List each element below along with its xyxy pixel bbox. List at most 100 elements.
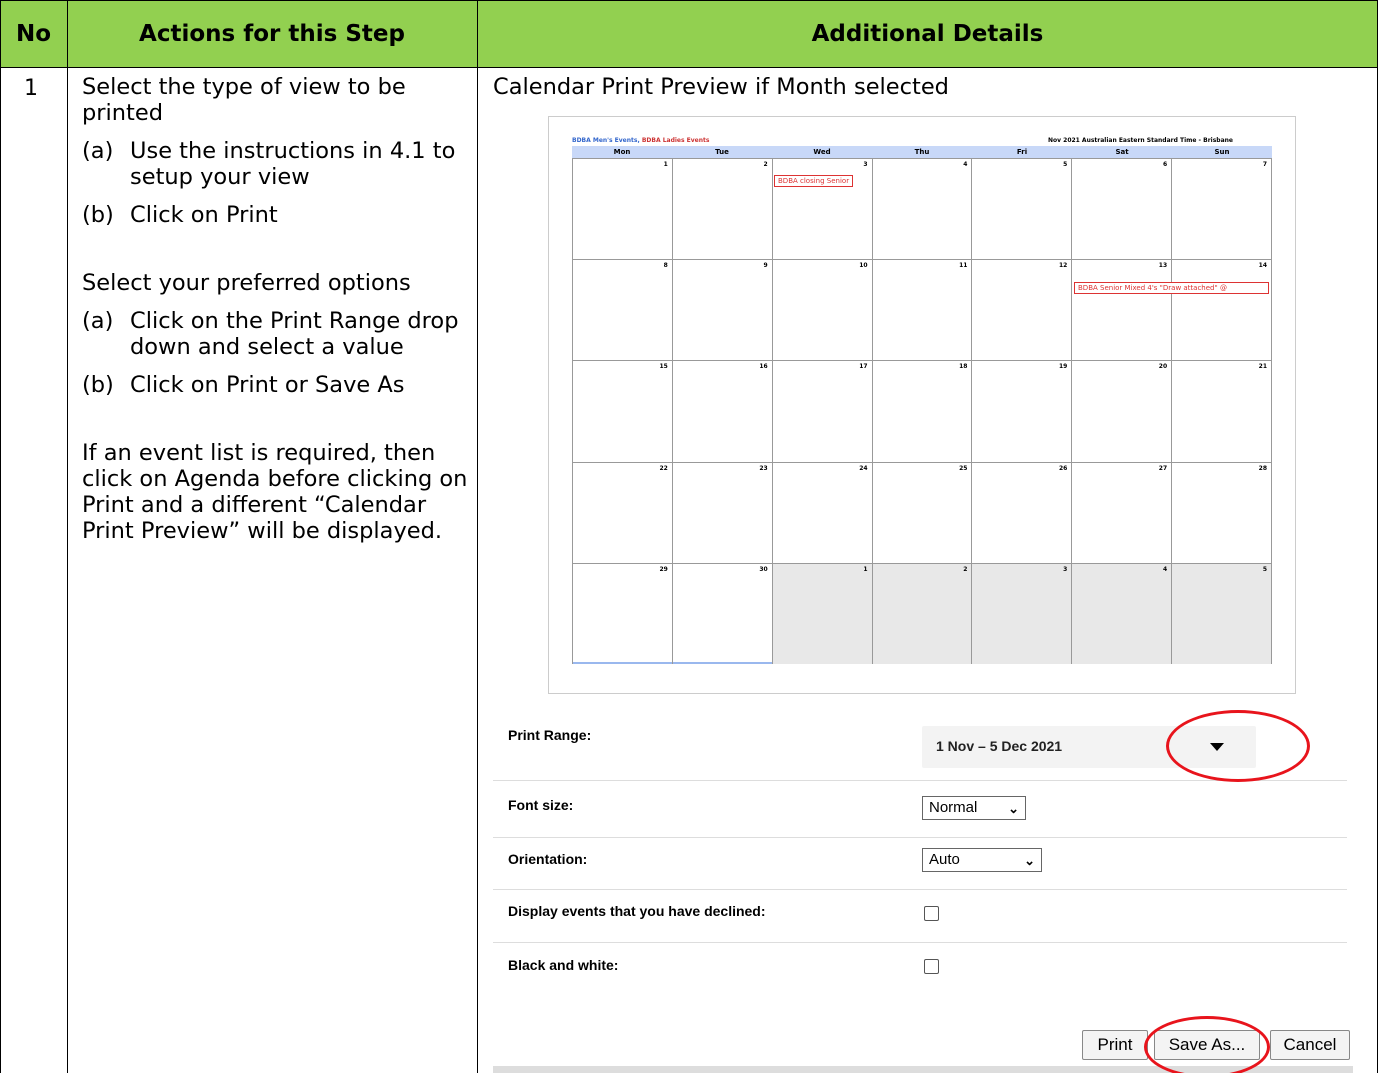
table-header-row: No Actions for this Step Additional Deta… [0, 0, 1378, 68]
calendar-day-number: 21 [1258, 363, 1268, 371]
option-step-b-text: Click on Print or Save As [130, 372, 405, 398]
table-border-top [0, 0, 1378, 1]
calendar-event-senior-mixed: BDBA Senior Mixed 4's "Draw attached" @ [1074, 282, 1269, 294]
orientation-value: Auto [929, 851, 960, 868]
calendar-day-number: 4 [1162, 565, 1168, 573]
orientation-label: Orientation: [508, 851, 588, 867]
calendar-day-number: 4 [963, 161, 968, 168]
chevron-down-icon: ⌄ [1024, 853, 1035, 868]
calendar-week-row: 8 9 10 11 12 13 14 [572, 259, 1273, 361]
calendar-day-cell: 7 [1171, 158, 1273, 260]
calendar-day-number: 16 [759, 363, 768, 371]
calendar-day-cell: 6 [1071, 158, 1172, 260]
calendar-day-cell: 9 [671, 259, 772, 361]
calendar-day-number: 18 [959, 363, 968, 371]
calendar-day-cell: 2 [671, 158, 772, 260]
calendar-day-number: 26 [1058, 464, 1068, 472]
calendar-day-number: 6 [1162, 161, 1168, 168]
declined-label: Display events that you have declined: [508, 903, 766, 919]
calendar-day-cell: 30 [671, 562, 772, 664]
option-step-b-label: (b) [82, 372, 114, 398]
sub-step-a: (a) Use the instructions in 4.1 to setup… [82, 138, 472, 190]
calendar-day-header: Fri [1016, 148, 1028, 156]
step-number: 1 [24, 76, 38, 101]
calendar-day-cell: 3 [771, 158, 872, 260]
calendar-day-cell: 29 [572, 562, 672, 664]
print-range-label: Print Range: [508, 727, 592, 743]
calendar-day-header: Mon [613, 148, 631, 156]
calendar-day-cell: 12 [971, 259, 1072, 361]
calendar-day-cell: 17 [771, 360, 872, 462]
calendar-grid: 1 2 3 4 5 6 7 8 9 10 11 12 13 14 15 16 17 18 19 20 21 22 23 24 2… [572, 158, 1273, 664]
options-divider-2 [493, 837, 1347, 838]
sub-step-a-text: Use the instructions in 4.1 to setup you… [130, 138, 456, 190]
calendar-day-cell: 4 [871, 158, 972, 260]
calendar-day-number: 1 [663, 161, 668, 168]
calendar-day-cell: 24 [771, 461, 872, 563]
calendar-day-cell: 3 [971, 562, 1072, 664]
calendar-day-number: 22 [659, 464, 668, 472]
calendar-day-cell: 18 [871, 360, 972, 462]
calendar-day-number: 8 [663, 262, 668, 270]
font-size-select[interactable]: Normal ⌄ [922, 796, 1026, 820]
orientation-select[interactable]: Auto ⌄ [922, 848, 1042, 872]
calendar-day-number: 3 [1063, 565, 1068, 573]
calendar-week-row: 1 2 3 4 5 6 7 [572, 158, 1273, 260]
calendar-day-number: 2 [963, 565, 968, 573]
calendar-day-cell: 5 [971, 158, 1072, 260]
print-button[interactable]: Print [1082, 1030, 1148, 1060]
calendar-day-number: 20 [1158, 363, 1168, 371]
calendar-day-number: 2 [763, 161, 768, 168]
sub-step-b-label: (b) [82, 202, 114, 228]
calendar-day-number: 11 [959, 262, 968, 270]
calendar-day-number: 10 [859, 262, 868, 270]
calendar-day-number: 28 [1258, 464, 1268, 472]
details-title: Calendar Print Preview if Month selected [493, 74, 949, 100]
calendar-day-number: 30 [759, 565, 768, 573]
table-border-left [0, 0, 1, 1073]
declined-checkbox[interactable] [924, 906, 939, 921]
header-no: No [15, 21, 52, 47]
sub-step-b: (b) Click on Print [82, 202, 472, 228]
highlight-circle-dropdown [1166, 710, 1310, 782]
calendar-month-header: Nov 2021 Australian Eastern Standard Tim… [1048, 137, 1233, 144]
calendar-day-cell: 16 [671, 360, 772, 462]
calendar-day-cell: 20 [1071, 360, 1172, 462]
calendar-day-cell: 14 [1171, 259, 1273, 361]
calendar-day-number: 19 [1058, 363, 1068, 371]
calendar-event-closing-senior: BDBA closing Senior [774, 175, 854, 187]
option-step-a-label: (a) [82, 308, 114, 334]
sub-step-b-text: Click on Print [130, 202, 278, 228]
cancel-button[interactable]: Cancel [1270, 1030, 1350, 1060]
calendar-day-cell: 27 [1071, 461, 1172, 563]
calendar-day-header: Thu [914, 148, 930, 156]
header-actions: Actions for this Step [139, 21, 405, 47]
calendar-day-cell: 25 [871, 461, 972, 563]
calendar-day-number: 17 [859, 363, 868, 371]
calendar-day-cell: 4 [1071, 562, 1172, 664]
options-divider-3 [493, 889, 1347, 890]
calendar-day-cell: 11 [871, 259, 972, 361]
step-intro: Select the type of view to be printed [82, 74, 406, 126]
black-white-checkbox[interactable] [924, 959, 939, 974]
calendar-day-number: 14 [1258, 262, 1268, 270]
calendar-day-cell: 8 [572, 259, 672, 361]
calendar-day-cell: 21 [1171, 360, 1273, 462]
highlight-circle-save-as [1144, 1016, 1270, 1073]
font-size-label: Font size: [508, 797, 574, 813]
calendar-day-cell: 22 [572, 461, 672, 563]
calendar-day-number: 23 [759, 464, 768, 472]
step-actions: Select the type of view to be printed (a… [82, 74, 472, 544]
calendar-day-headers: Mon Tue Wed Thu Fri Sat Sun [572, 146, 1272, 158]
options-intro: Select your preferred options [82, 270, 411, 296]
calendar-week-row: 15 16 17 18 19 20 21 [572, 360, 1273, 462]
calendar-day-number: 9 [763, 262, 768, 270]
calendar-day-cell: 1 [572, 158, 672, 260]
font-size-value: Normal [929, 799, 978, 816]
table-divider-1 [67, 0, 68, 1073]
calendar-day-cell: 28 [1171, 461, 1273, 563]
calendar-day-cell: 5 [1171, 562, 1273, 664]
agenda-note: If an event list is required, then click… [82, 440, 468, 544]
table-divider-2 [477, 0, 478, 1073]
calendar-day-cell: 1 [771, 562, 872, 664]
